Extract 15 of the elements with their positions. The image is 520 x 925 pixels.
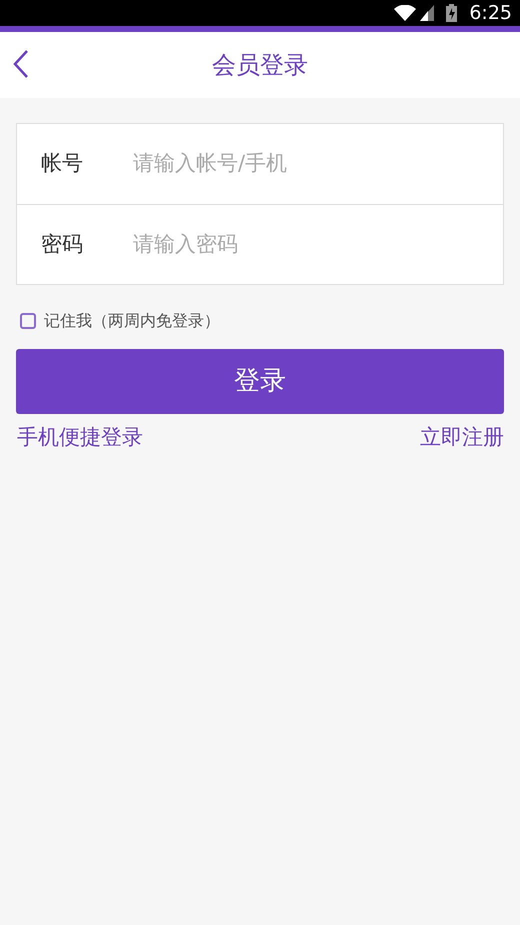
battery-icon xyxy=(446,4,458,22)
text-link[interactable]: 手机便捷登录 xyxy=(17,422,143,454)
input-field[interactable]: 请输入密码 xyxy=(131,228,503,262)
back-icon[interactable] xyxy=(12,49,30,79)
remember-label: 记住我（两周内免登录） xyxy=(44,310,220,332)
status-time: 6:25 xyxy=(469,0,512,26)
page-title: 会员登录 xyxy=(212,50,308,81)
text-link[interactable]: 立即注册 xyxy=(420,422,504,454)
field-label: 帐号 xyxy=(40,150,84,178)
signal-icon xyxy=(420,5,434,21)
field-label: 密码 xyxy=(40,230,84,258)
wifi-icon xyxy=(394,5,416,21)
input-field[interactable]: 请输入帐号/手机 xyxy=(131,147,503,181)
remember-checkbox[interactable] xyxy=(20,313,36,329)
login-button[interactable]: 登录 xyxy=(16,349,504,414)
